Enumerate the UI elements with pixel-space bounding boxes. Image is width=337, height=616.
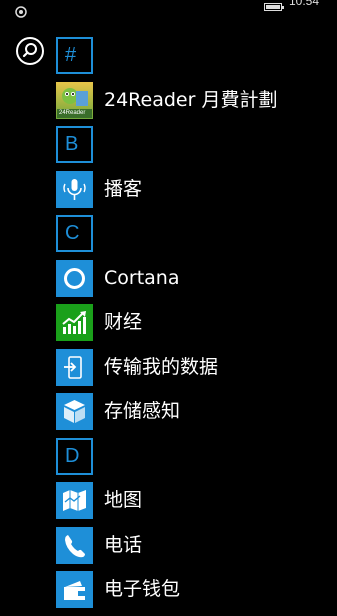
app-item-24reader[interactable]: 24Reader 24Reader 月費計劃 — [56, 81, 337, 127]
app-label: Cortana — [104, 266, 180, 289]
cortana-icon — [56, 259, 93, 297]
letter-group-d[interactable]: D — [56, 437, 337, 483]
finance-chart-icon — [56, 304, 93, 341]
letter-group-b[interactable]: B — [56, 126, 337, 171]
letter-tile[interactable]: D — [56, 437, 93, 475]
app-label: 财经 — [104, 311, 143, 333]
status-bar: 10:54 — [0, 0, 337, 18]
app-item-finance[interactable]: 财经 — [56, 304, 337, 349]
microphone-icon — [56, 170, 93, 208]
app-label: 播客 — [104, 177, 143, 200]
storage-sense-icon — [56, 393, 93, 430]
letter-group-hash[interactable]: # — [56, 37, 337, 82]
app-label: 电话 — [104, 533, 143, 556]
app-label: 地图 — [104, 489, 143, 511]
24reader-icon: 24Reader — [56, 81, 93, 119]
letter-tile[interactable]: # — [56, 37, 93, 74]
letter-tile[interactable]: B — [56, 126, 93, 163]
wallet-icon — [56, 571, 93, 608]
phone-icon — [56, 526, 93, 564]
letter-tile[interactable]: C — [56, 215, 93, 252]
letter-group-c[interactable]: C — [56, 215, 337, 260]
battery-icon — [264, 3, 284, 11]
status-time: 10:54 — [289, 0, 320, 8]
app-item-transfer-data[interactable]: 传输我的数据 — [56, 348, 337, 394]
app-label: 电子钱包 — [104, 578, 181, 600]
app-label: 传输我的数据 — [104, 355, 219, 378]
app-item-maps[interactable]: 地图 — [56, 482, 337, 527]
app-list: # 24Reader 24Reader 月費計劃 B 播客 C Cortana … — [56, 37, 337, 616]
search-icon — [22, 43, 37, 58]
transfer-data-icon — [56, 348, 93, 386]
notification-icon — [15, 3, 27, 18]
tile-text: 24Reader — [59, 109, 86, 116]
app-item-phone[interactable]: 电话 — [56, 526, 337, 572]
search-button[interactable] — [16, 37, 44, 65]
app-item-wallet[interactable]: 电子钱包 — [56, 571, 337, 616]
app-label: 24Reader 月費計劃 — [104, 88, 278, 111]
map-icon — [56, 482, 93, 519]
app-label: 存储感知 — [104, 400, 181, 422]
app-item-storage-sense[interactable]: 存储感知 — [56, 393, 337, 438]
app-item-cortana[interactable]: Cortana — [56, 259, 337, 305]
app-item-podcast[interactable]: 播客 — [56, 170, 337, 216]
